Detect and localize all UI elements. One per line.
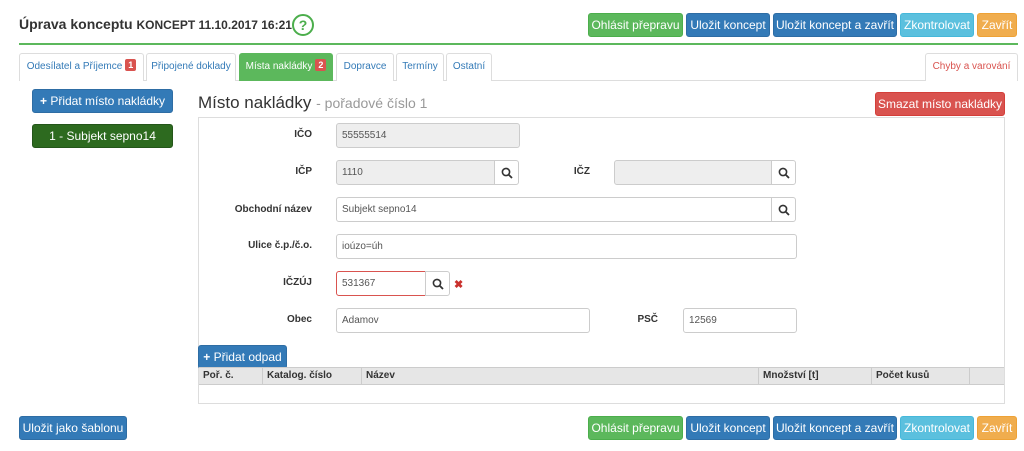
street-label: Ulice č.p./č.o. bbox=[248, 240, 312, 251]
icp-field[interactable]: 1110 bbox=[336, 160, 495, 185]
icp-search-button[interactable] bbox=[494, 160, 519, 185]
column-order[interactable]: Poř. č. bbox=[199, 368, 263, 384]
search-icon bbox=[778, 204, 790, 216]
search-icon bbox=[501, 167, 513, 179]
tab-sender-recipient[interactable]: Odesílatel a Příjemce 1 bbox=[19, 53, 144, 81]
column-amount[interactable]: Množství [t] bbox=[759, 368, 872, 384]
save-and-close-button-bottom[interactable]: Uložit koncept a zavřít bbox=[773, 416, 897, 440]
tab-label: Ostatní bbox=[452, 61, 486, 72]
report-transport-button-bottom[interactable]: Ohlásit přepravu bbox=[588, 416, 683, 440]
sidebar-item-loading-place[interactable]: 1 - Subjekt sepno14 bbox=[32, 124, 173, 148]
tab-errors-warnings[interactable]: Chyby a varování bbox=[925, 53, 1018, 81]
page-title: Úprava konceptu KONCEPT 11.10.2017 16:21 bbox=[19, 16, 292, 32]
tab-label: Dopravce bbox=[343, 61, 387, 72]
tab-terms[interactable]: Termíny bbox=[396, 53, 444, 81]
column-name[interactable]: Název bbox=[362, 368, 759, 384]
tab-attached-documents[interactable]: Připojené doklady bbox=[146, 53, 236, 81]
tab-label: Místa nakládky bbox=[245, 61, 313, 72]
ico-label: IČO bbox=[294, 129, 312, 140]
obec-label: Obec bbox=[286, 314, 312, 325]
business-name-search-button[interactable] bbox=[771, 197, 796, 222]
plus-icon: + bbox=[203, 350, 211, 364]
close-button[interactable]: Zavřít bbox=[977, 13, 1017, 37]
report-transport-button[interactable]: Ohlásit přepravu bbox=[588, 13, 683, 37]
tab-other[interactable]: Ostatní bbox=[446, 53, 492, 81]
section-title: Místo nakládky - pořadové číslo 1 bbox=[198, 93, 427, 113]
add-waste-label: Přidat odpad bbox=[213, 350, 282, 364]
psc-label: PSČ bbox=[637, 314, 658, 325]
iczuj-label: IČZÚJ bbox=[283, 277, 312, 288]
save-draft-button[interactable]: Uložit koncept bbox=[686, 13, 770, 37]
save-as-template-button[interactable]: Uložit jako šablonu bbox=[19, 416, 127, 440]
clear-iczuj-icon[interactable]: ✖ bbox=[454, 278, 463, 291]
page-subtitle: KONCEPT 11.10.2017 16:21 bbox=[136, 18, 292, 32]
search-icon bbox=[778, 167, 790, 179]
loading-place-panel bbox=[198, 117, 1005, 404]
check-button[interactable]: Zkontrolovat bbox=[900, 13, 974, 37]
save-draft-button-bottom[interactable]: Uložit koncept bbox=[686, 416, 770, 440]
save-and-close-button[interactable]: Uložit koncept a zavřít bbox=[773, 13, 897, 37]
waste-table-header: Poř. č. Katalog. číslo Název Množství [t… bbox=[199, 367, 1004, 385]
search-icon bbox=[432, 278, 444, 290]
psc-field[interactable]: 12569 bbox=[683, 308, 797, 333]
tab-loading-places[interactable]: Místa nakládky 2 bbox=[239, 53, 333, 81]
section-title-text: Místo nakládky bbox=[198, 93, 312, 112]
tab-label: Odesílatel a Příjemce bbox=[26, 61, 123, 72]
obec-field[interactable]: Adamov bbox=[336, 308, 590, 333]
check-button-bottom[interactable]: Zkontrolovat bbox=[900, 416, 974, 440]
tab-label: Připojené doklady bbox=[151, 61, 231, 72]
tab-carrier[interactable]: Dopravce bbox=[336, 53, 394, 81]
icz-field[interactable] bbox=[614, 160, 772, 185]
icz-search-button[interactable] bbox=[771, 160, 796, 185]
tab-badge: 1 bbox=[125, 59, 137, 71]
close-button-bottom[interactable]: Zavřít bbox=[977, 416, 1017, 440]
iczuj-field[interactable]: 531367 bbox=[336, 271, 426, 296]
icp-label: IČP bbox=[295, 166, 312, 177]
add-loading-place-button[interactable]: + Přidat místo nakládky bbox=[32, 89, 173, 113]
icz-label: IČZ bbox=[573, 166, 590, 177]
business-name-label: Obchodní název bbox=[234, 204, 312, 215]
column-catalog-number[interactable]: Katalog. číslo bbox=[263, 368, 362, 384]
plus-icon: + bbox=[39, 94, 47, 108]
iczuj-search-button[interactable] bbox=[425, 271, 450, 296]
street-field[interactable]: ioúzo=úh bbox=[336, 234, 797, 259]
page-title-text: Úprava konceptu bbox=[19, 16, 133, 32]
business-name-field[interactable]: Subjekt sepno14 bbox=[336, 197, 772, 222]
column-pieces[interactable]: Počet kusů bbox=[872, 368, 970, 384]
ico-field[interactable]: 55555514 bbox=[336, 123, 520, 148]
tab-label: Termíny bbox=[402, 61, 438, 72]
tab-bar: Odesílatel a Příjemce 1 Připojené doklady… bbox=[19, 53, 1018, 81]
header-divider bbox=[19, 43, 1018, 45]
tab-badge: 2 bbox=[315, 59, 327, 71]
delete-loading-place-button[interactable]: Smazat místo nakládky bbox=[875, 92, 1005, 116]
add-waste-button[interactable]: + Přidat odpad bbox=[198, 345, 287, 369]
help-icon[interactable]: ? bbox=[292, 14, 314, 36]
add-loading-place-label: Přidat místo nakládky bbox=[50, 94, 166, 108]
section-subtitle: - pořadové číslo 1 bbox=[316, 95, 428, 111]
